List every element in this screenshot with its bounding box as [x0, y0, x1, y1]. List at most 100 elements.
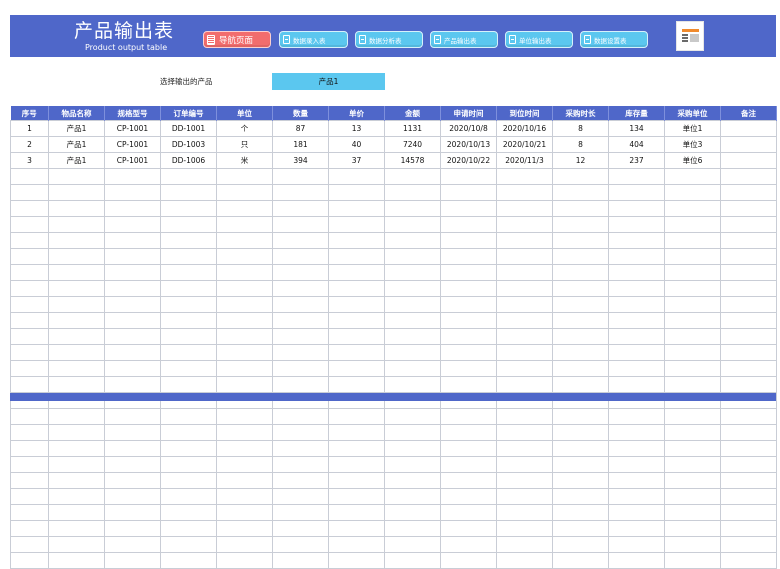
table-cell[interactable] — [552, 440, 609, 457]
table-cell[interactable]: CP-1001 — [104, 136, 161, 153]
table-cell[interactable]: 87 — [272, 120, 329, 137]
table-cell[interactable]: 2020/10/13 — [440, 136, 497, 153]
table-cell[interactable] — [608, 264, 665, 281]
table-cell[interactable] — [48, 424, 105, 441]
table-cell[interactable] — [10, 168, 49, 185]
table-cell[interactable] — [496, 184, 553, 201]
table-cell[interactable] — [104, 504, 161, 521]
table-cell[interactable]: 8 — [552, 120, 609, 137]
table-cell[interactable]: 37 — [328, 152, 385, 169]
table-cell[interactable] — [216, 200, 273, 217]
table-cell[interactable] — [664, 344, 721, 361]
table-cell[interactable] — [664, 200, 721, 217]
table-cell[interactable] — [720, 264, 777, 281]
table-cell[interactable] — [720, 152, 777, 169]
table-cell[interactable] — [10, 296, 49, 313]
table-cell[interactable]: 米 — [216, 152, 273, 169]
table-cell[interactable] — [496, 200, 553, 217]
table-cell[interactable] — [608, 328, 665, 345]
table-cell[interactable] — [608, 456, 665, 473]
table-cell[interactable] — [664, 504, 721, 521]
table-cell[interactable] — [328, 328, 385, 345]
nav-button-product-output[interactable]: 产品输出表 — [430, 31, 498, 48]
table-cell[interactable]: CP-1001 — [104, 152, 161, 169]
table-cell[interactable] — [104, 408, 161, 425]
table-cell[interactable] — [384, 296, 441, 313]
table-cell[interactable] — [608, 280, 665, 297]
table-cell[interactable] — [384, 536, 441, 553]
table-cell[interactable] — [272, 312, 329, 329]
table-cell[interactable] — [608, 424, 665, 441]
table-cell[interactable] — [664, 184, 721, 201]
table-cell[interactable] — [552, 344, 609, 361]
table-cell[interactable] — [216, 424, 273, 441]
table-cell[interactable] — [272, 520, 329, 537]
table-cell[interactable] — [440, 504, 497, 521]
table-cell[interactable] — [328, 408, 385, 425]
table-cell[interactable] — [720, 216, 777, 233]
table-cell[interactable] — [720, 232, 777, 249]
table-cell[interactable] — [552, 280, 609, 297]
table-cell[interactable] — [104, 456, 161, 473]
table-cell[interactable] — [384, 424, 441, 441]
table-cell[interactable] — [10, 312, 49, 329]
table-cell[interactable] — [720, 200, 777, 217]
table-cell[interactable] — [440, 312, 497, 329]
table-cell[interactable] — [440, 248, 497, 265]
table-cell[interactable] — [664, 280, 721, 297]
table-cell[interactable] — [10, 520, 49, 537]
table-cell[interactable]: 40 — [328, 136, 385, 153]
table-cell[interactable] — [10, 536, 49, 553]
table-cell[interactable] — [160, 424, 217, 441]
table-cell[interactable] — [272, 536, 329, 553]
table-cell[interactable] — [720, 488, 777, 505]
table-cell[interactable] — [384, 264, 441, 281]
table-cell[interactable]: 404 — [608, 136, 665, 153]
table-cell[interactable] — [160, 232, 217, 249]
table-cell[interactable] — [216, 296, 273, 313]
table-cell[interactable]: DD-1001 — [160, 120, 217, 137]
table-cell[interactable] — [384, 472, 441, 489]
table-cell[interactable] — [328, 296, 385, 313]
table-cell[interactable] — [10, 440, 49, 457]
table-cell[interactable] — [664, 520, 721, 537]
table-cell[interactable] — [48, 456, 105, 473]
table-cell[interactable] — [384, 328, 441, 345]
table-cell[interactable] — [720, 536, 777, 553]
table-cell[interactable] — [216, 344, 273, 361]
table-cell[interactable]: 1 — [10, 120, 49, 137]
table-cell[interactable] — [104, 424, 161, 441]
table-cell[interactable]: 产品1 — [48, 120, 105, 137]
table-cell[interactable]: DD-1003 — [160, 136, 217, 153]
table-cell[interactable] — [496, 328, 553, 345]
table-cell[interactable]: 产品1 — [48, 136, 105, 153]
table-cell[interactable] — [608, 184, 665, 201]
table-cell[interactable] — [384, 456, 441, 473]
table-cell[interactable] — [104, 328, 161, 345]
table-cell[interactable] — [10, 552, 49, 569]
table-cell[interactable] — [552, 232, 609, 249]
table-cell[interactable] — [10, 344, 49, 361]
table-cell[interactable] — [608, 440, 665, 457]
table-cell[interactable] — [384, 248, 441, 265]
table-cell[interactable] — [664, 536, 721, 553]
table-cell[interactable] — [216, 520, 273, 537]
table-cell[interactable] — [216, 504, 273, 521]
table-cell[interactable] — [48, 440, 105, 457]
table-cell[interactable] — [216, 168, 273, 185]
table-cell[interactable]: 14578 — [384, 152, 441, 169]
table-cell[interactable] — [328, 280, 385, 297]
table-cell[interactable] — [272, 456, 329, 473]
table-cell[interactable]: 2020/10/8 — [440, 120, 497, 137]
table-cell[interactable] — [664, 264, 721, 281]
table-cell[interactable] — [720, 120, 777, 137]
table-cell[interactable] — [160, 312, 217, 329]
table-cell[interactable] — [496, 248, 553, 265]
table-cell[interactable] — [48, 488, 105, 505]
table-cell[interactable] — [48, 184, 105, 201]
table-cell[interactable] — [384, 184, 441, 201]
table-cell[interactable] — [160, 408, 217, 425]
table-cell[interactable] — [608, 504, 665, 521]
table-cell[interactable] — [608, 312, 665, 329]
table-cell[interactable] — [10, 200, 49, 217]
